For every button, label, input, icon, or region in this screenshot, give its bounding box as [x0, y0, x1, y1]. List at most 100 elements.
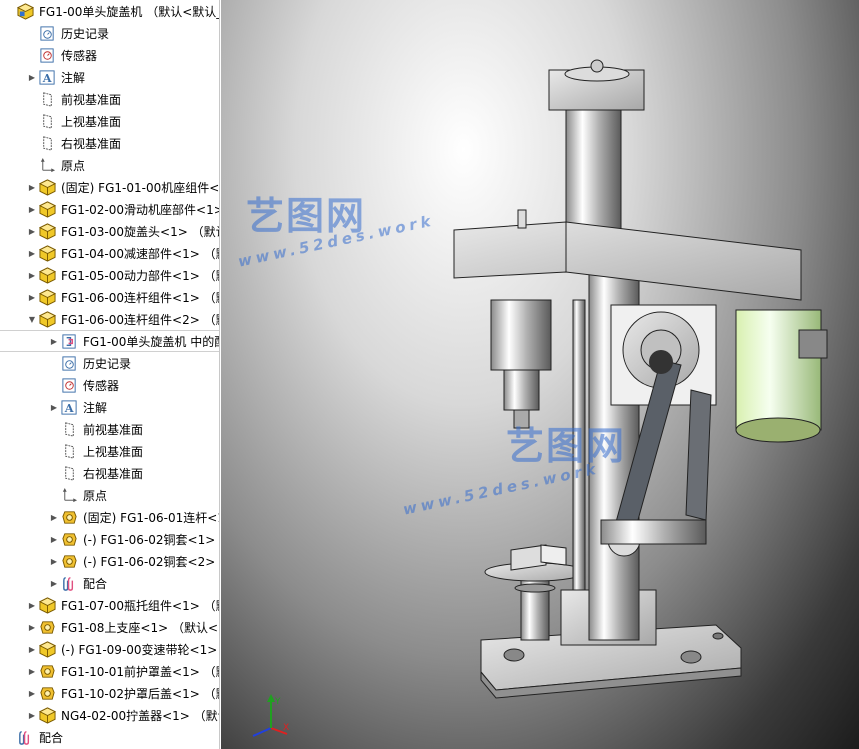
plane-icon [38, 134, 56, 152]
tree-item-label: FG1-02-00滑动机座部件<1> （默认<<默 [61, 202, 220, 217]
graphics-viewport[interactable]: 艺图网 www.52des.work 艺图网 www.52des.work Y … [221, 0, 859, 749]
tree-item-label: 上视基准面 [83, 444, 144, 459]
expand-arrow-icon[interactable]: ▶ [26, 181, 38, 193]
tree-item-label: 原点 [61, 158, 86, 173]
tree-item-label: 右视基准面 [61, 136, 122, 151]
tree-item[interactable]: ▶ FG1-08上支座<1> （默认<<默认>_显示 [0, 616, 219, 638]
expand-arrow-icon[interactable]: ▶ [26, 269, 38, 281]
tree-item[interactable]: ▶ FG1-04-00减速部件<1> （默认<<默认> [0, 242, 219, 264]
tree-item[interactable]: ▶ FG1-03-00旋盖头<1> （默认<<默认>_显 [0, 220, 219, 242]
tree-item-label: 历史记录 [61, 26, 110, 41]
expand-arrow-icon[interactable]: ▶ [48, 577, 60, 589]
cap-screwing-machine-model [453, 59, 828, 699]
capping-head [490, 299, 552, 429]
tree-item[interactable]: 传感器 [0, 374, 219, 396]
tree-item[interactable]: ▶ FG1-06-00连杆组件<1> （默认<<默认> [0, 286, 219, 308]
svg-text:A: A [63, 401, 73, 415]
tree-item-label: 注解 [61, 70, 86, 85]
tree-item[interactable]: 历史记录 [0, 352, 219, 374]
expand-arrow-icon[interactable]: ▶ [48, 511, 60, 523]
part-icon [38, 618, 56, 636]
tree-item[interactable]: 右视基准面 [0, 462, 219, 484]
expand-arrow-icon[interactable]: ▶ [26, 71, 38, 83]
tree-item[interactable]: 传感器 [0, 44, 219, 66]
tree-item[interactable]: 上视基准面 [0, 110, 219, 132]
tree-item-label: 配合 [39, 730, 64, 745]
expand-arrow-icon[interactable]: ▶ [26, 599, 38, 611]
feature-manager-tree[interactable]: FG1-00单头旋盖机 （默认<默认_显示状态-1>）历史记录传感器▶A注解前视… [0, 0, 220, 749]
tree-item[interactable]: ▶ FG1-00单头旋盖机 中的配合 [0, 330, 219, 352]
tree-item-label: FG1-00单头旋盖机 中的配合 [83, 334, 219, 349]
expand-arrow-icon[interactable]: ▶ [48, 401, 60, 413]
tree-item-label: 上视基准面 [61, 114, 122, 129]
tree-item[interactable]: ▼ FG1-06-00连杆组件<2> （默认<<默认> [0, 308, 219, 330]
tree-item[interactable]: ▶ NG4-02-00拧盖器<1> （默认<<默认>_显 [0, 704, 219, 726]
sensor-icon [38, 46, 56, 64]
orientation-triad: Y X [252, 694, 289, 737]
tree-item[interactable]: 原点 [0, 154, 219, 176]
tree-item[interactable]: FG1-00单头旋盖机 （默认<默认_显示状态-1>） [0, 0, 219, 22]
part-icon [38, 684, 56, 702]
subassembly-icon [38, 200, 56, 218]
expand-arrow-icon[interactable]: ▶ [26, 643, 38, 655]
tree-item-label: 前视基准面 [83, 422, 144, 437]
expand-arrow-icon[interactable]: ▶ [26, 687, 38, 699]
tree-item-label: FG1-08上支座<1> （默认<<默认>_显示 [61, 620, 219, 635]
collapse-arrow-icon[interactable]: ▼ [26, 313, 38, 325]
subassembly-icon [38, 266, 56, 284]
part-icon [60, 530, 78, 548]
tree-item-label: NG4-02-00拧盖器<1> （默认<<默认>_显 [61, 708, 219, 723]
tree-item[interactable]: ▶ FG1-07-00瓶托组件<1> （默认<<默认> [0, 594, 219, 616]
tree-item[interactable]: ▶ 配合 [0, 572, 219, 594]
tree-item[interactable]: ▶ FG1-05-00动力部件<1> （默认<<默认> [0, 264, 219, 286]
expand-arrow-icon[interactable]: ▶ [48, 555, 60, 567]
tree-item[interactable]: ▶ FG1-02-00滑动机座部件<1> （默认<<默 [0, 198, 220, 220]
mate-clip-icon [16, 728, 34, 746]
expand-arrow-icon[interactable]: ▶ [48, 335, 60, 347]
tree-item[interactable]: ▶ (-) FG1-09-00变速带轮<1> （默认<<默 [0, 638, 219, 660]
tree-item[interactable]: 上视基准面 [0, 440, 219, 462]
history-icon [60, 354, 78, 372]
expand-arrow-icon[interactable]: ▶ [26, 665, 38, 677]
expand-arrow-icon[interactable]: ▶ [26, 291, 38, 303]
tree-item[interactable]: ▶ (固定) FG1-06-01连杆<1> （默认<< [0, 506, 219, 528]
triad-z-axis [252, 727, 272, 737]
tree-item[interactable]: 原点 [0, 484, 219, 506]
expand-arrow-icon[interactable]: ▶ [26, 203, 38, 215]
expand-arrow-icon[interactable]: ▶ [26, 247, 38, 259]
tree-item[interactable]: ▶ A 注解 [0, 66, 219, 88]
tree-item[interactable]: 配合 [0, 726, 219, 748]
tree-item[interactable]: ▶ FG1-10-02护罩后盖<1> （默认<<默认> [0, 682, 219, 704]
tree-item[interactable]: 前视基准面 [0, 418, 219, 440]
expand-arrow-icon[interactable]: ▶ [26, 621, 38, 633]
tree-item-label: FG1-06-00连杆组件<1> （默认<<默认> [61, 290, 219, 305]
expand-arrow-icon[interactable]: ▶ [48, 533, 60, 545]
triad-x-label: X [283, 723, 289, 733]
tree-item[interactable]: ▶ FG1-10-01前护罩盖<1> （默认<<默认> [0, 660, 219, 682]
tree-item[interactable]: ▶ A 注解 [0, 396, 219, 418]
tree-item[interactable]: ▶ (固定) FG1-01-00机座组件<1> （默认< [0, 176, 219, 198]
tree-item[interactable]: ▶ (-) FG1-06-02铜套<2> （默认<<默认> [0, 550, 219, 572]
tree-item-label: 前视基准面 [61, 92, 122, 107]
tree-item[interactable]: 前视基准面 [0, 88, 219, 110]
tree-item[interactable]: 历史记录 [0, 22, 219, 44]
history-icon [38, 24, 56, 42]
tree-item-label: FG1-07-00瓶托组件<1> （默认<<默认> [61, 598, 219, 613]
plane-icon [38, 112, 56, 130]
expand-arrow-icon[interactable]: ▶ [26, 709, 38, 721]
annotation-icon: A [38, 68, 56, 86]
subassembly-icon [38, 244, 56, 262]
tree-item[interactable]: ▶ (-) FG1-06-02铜套<1> （默认<<默认> [0, 528, 219, 550]
expand-arrow-icon[interactable]: ▶ [26, 225, 38, 237]
tree-item[interactable]: 右视基准面 [0, 132, 219, 154]
